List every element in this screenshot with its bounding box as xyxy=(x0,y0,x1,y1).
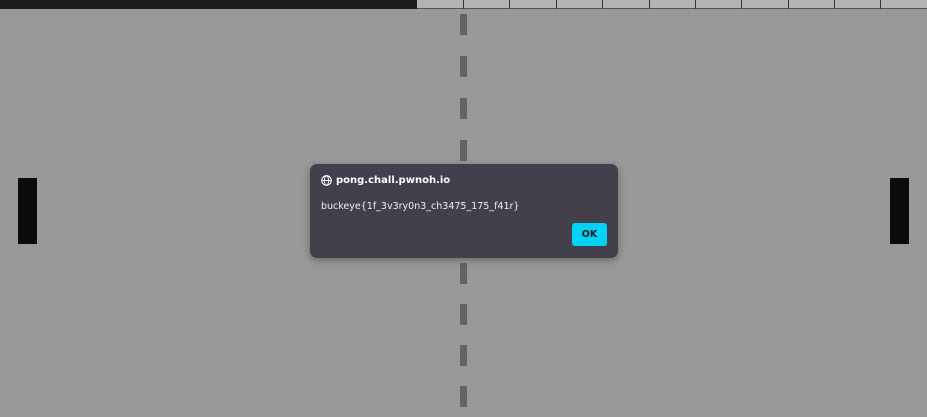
top-bar xyxy=(0,0,927,9)
right-paddle xyxy=(890,178,909,244)
net-dash xyxy=(460,263,467,284)
left-paddle xyxy=(18,178,37,244)
globe-icon xyxy=(321,175,332,186)
top-bar-divider xyxy=(788,0,789,9)
net-dash xyxy=(460,56,467,77)
top-bar-divider xyxy=(649,0,650,9)
ok-button[interactable]: OK xyxy=(572,223,607,246)
top-bar-segments xyxy=(417,0,927,9)
top-bar-divider xyxy=(695,0,696,9)
top-bar-divider xyxy=(880,0,881,9)
net-dash xyxy=(460,14,467,35)
top-bar-divider xyxy=(463,0,464,9)
top-bar-divider xyxy=(602,0,603,9)
dialog-header: pong.chall.pwnoh.io xyxy=(321,175,450,186)
net-dash xyxy=(460,386,467,407)
net-dash xyxy=(460,98,467,119)
top-bar-filled xyxy=(0,0,417,9)
top-bar-divider xyxy=(556,0,557,9)
dialog-title: pong.chall.pwnoh.io xyxy=(336,175,451,186)
alert-dialog: pong.chall.pwnoh.io buckeye{1f_3v3ry0n3_… xyxy=(310,164,618,258)
dialog-message: buckeye{1f_3v3ry0n3_ch3475_175_f41r} xyxy=(321,201,520,212)
net-dash xyxy=(460,304,467,325)
top-bar-divider xyxy=(509,0,510,9)
net-dash xyxy=(460,140,467,161)
net-dash xyxy=(460,345,467,366)
top-bar-divider xyxy=(834,0,835,9)
top-bar-divider xyxy=(741,0,742,9)
